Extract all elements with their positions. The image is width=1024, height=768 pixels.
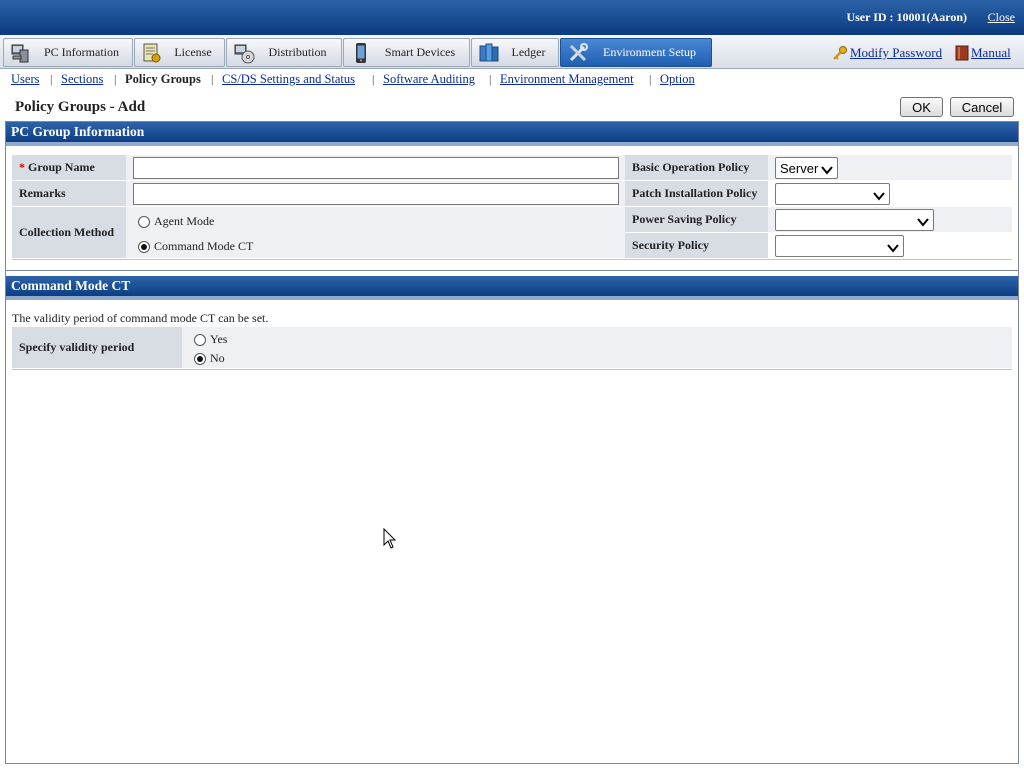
tab-environment-setup[interactable]: Environment Setup <box>560 38 712 67</box>
cancel-button[interactable]: Cancel <box>950 97 1014 117</box>
radio-circle <box>138 215 150 228</box>
subnav-separator: | <box>649 72 652 86</box>
remarks-input[interactable] <box>133 183 619 205</box>
key-icon <box>832 45 848 61</box>
section-divider <box>6 270 1018 271</box>
validity-no-radio[interactable]: No <box>194 351 225 366</box>
group-name-label: * Group Name <box>12 155 126 181</box>
validity-period-cell: Yes No <box>182 327 1012 369</box>
command-mode-label: Command Mode CT <box>154 239 254 253</box>
patch-policy-label: Patch Installation Policy <box>625 181 768 207</box>
smartphone-icon <box>350 42 372 64</box>
tab-smart-devices[interactable]: Smart Devices <box>343 38 470 67</box>
required-mark: * <box>19 160 25 174</box>
tab-label: PC Information <box>44 45 119 59</box>
security-policy-label: Security Policy <box>625 233 768 259</box>
remarks-label: Remarks <box>12 181 126 207</box>
chevron-down-icon <box>887 241 899 256</box>
agent-mode-label: Agent Mode <box>154 214 215 228</box>
table-divider <box>12 259 1012 260</box>
command-mode-section-header: Command Mode CT <box>6 276 1018 300</box>
power-policy-cell <box>768 207 1012 233</box>
group-name-cell <box>126 155 625 181</box>
tools-icon <box>567 42 589 64</box>
tab-label: License <box>174 45 212 59</box>
remarks-cell <box>126 181 625 207</box>
table-divider <box>12 369 1012 370</box>
main-tab-bar: PC Information License Distribution Smar… <box>0 35 1024 69</box>
agent-mode-radio[interactable]: Agent Mode <box>138 214 214 229</box>
modify-password-link[interactable]: Modify Password <box>832 45 942 61</box>
distribution-icon <box>233 42 255 64</box>
radio-circle-selected <box>194 352 206 365</box>
power-policy-select[interactable] <box>775 209 934 231</box>
subnav-separator: | <box>489 72 492 86</box>
chevron-down-icon <box>917 215 929 230</box>
collection-method-cell: Agent Mode Command Mode CT <box>126 207 625 259</box>
tab-label: Ledger <box>511 45 546 59</box>
group-name-label-text: Group Name <box>28 160 95 174</box>
subnav-separator: | <box>372 72 375 86</box>
sub-navigation: Users | Sections | Policy Groups | CS/DS… <box>0 69 1024 91</box>
subnav-separator: | <box>50 72 53 86</box>
ok-button[interactable]: OK <box>900 97 943 117</box>
collection-method-label: Collection Method <box>12 207 126 259</box>
patch-policy-cell <box>768 181 1012 207</box>
subnav-separator: | <box>114 72 117 86</box>
validity-period-label: Specify validity period <box>12 327 182 369</box>
security-policy-cell <box>768 233 1012 259</box>
subnav-users[interactable]: Users <box>11 72 39 86</box>
content-frame: PC Group Information * Group Name Remark… <box>5 121 1019 764</box>
subnav-software-auditing[interactable]: Software Auditing <box>383 72 475 86</box>
tab-label: Distribution <box>268 45 327 59</box>
tab-ledger[interactable]: Ledger <box>471 38 559 67</box>
page-header: Policy Groups - Add OK Cancel <box>0 95 1024 121</box>
page-title: Policy Groups - Add <box>15 99 146 115</box>
subnav-option[interactable]: Option <box>660 72 695 86</box>
subnav-environment-management[interactable]: Environment Management <box>500 72 634 86</box>
validity-no-label: No <box>210 351 225 365</box>
pc-icon <box>10 42 32 64</box>
subnav-separator: | <box>211 72 214 86</box>
ledger-icon <box>478 42 500 64</box>
top-banner: User ID : 10001(Aaron) Close <box>0 0 1024 35</box>
modify-password-label: Modify Password <box>850 45 943 60</box>
basic-policy-select[interactable]: Server <box>775 157 838 179</box>
subnav-sections[interactable]: Sections <box>61 72 103 86</box>
security-policy-select[interactable] <box>775 235 904 257</box>
radio-circle <box>194 333 206 346</box>
mouse-cursor-icon <box>383 527 397 554</box>
user-id-label: User ID : 10001(Aaron) <box>846 10 967 24</box>
chevron-down-icon <box>821 163 833 178</box>
manual-label: Manual <box>971 45 1011 60</box>
tab-label: Environment Setup <box>603 45 696 59</box>
basic-policy-cell: Server <box>768 155 1012 181</box>
tab-distribution[interactable]: Distribution <box>226 38 342 67</box>
subnav-policy-groups: Policy Groups <box>125 72 201 86</box>
radio-circle-selected <box>138 240 150 253</box>
close-link[interactable]: Close <box>988 10 1015 25</box>
group-name-input[interactable] <box>133 157 619 179</box>
manual-link[interactable]: Manual <box>955 45 1011 61</box>
command-mode-radio[interactable]: Command Mode CT <box>138 239 253 254</box>
chevron-down-icon <box>873 189 885 204</box>
validity-yes-label: Yes <box>210 332 228 346</box>
validity-yes-radio[interactable]: Yes <box>194 332 227 347</box>
tab-label: Smart Devices <box>384 45 456 59</box>
patch-policy-select[interactable] <box>775 183 890 205</box>
tab-pc-information[interactable]: PC Information <box>3 38 133 67</box>
license-icon <box>141 42 163 64</box>
basic-policy-label: Basic Operation Policy <box>625 155 768 181</box>
power-policy-label: Power Saving Policy <box>625 207 768 233</box>
basic-policy-value: Server <box>780 160 819 176</box>
book-icon <box>955 45 969 61</box>
subnav-csds-settings[interactable]: CS/DS Settings and Status <box>222 72 355 86</box>
tab-license[interactable]: License <box>134 38 225 67</box>
pc-group-section-header: PC Group Information <box>6 122 1018 146</box>
validity-description: The validity period of command mode CT c… <box>12 311 269 325</box>
